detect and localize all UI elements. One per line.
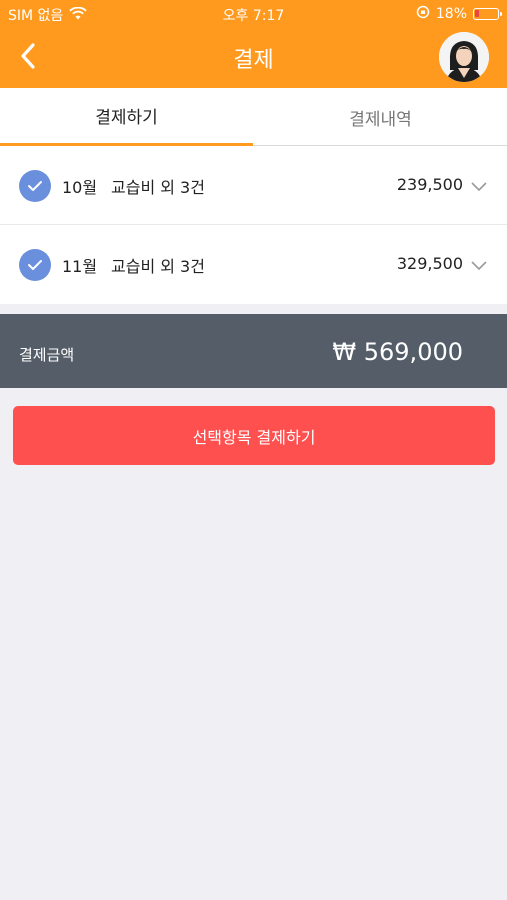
item-checkbox[interactable] [19,170,51,202]
item-description: 교습비 외 3건 [111,178,205,197]
chevron-down-icon[interactable] [471,177,487,196]
app-header: SIM 없음 오후 7:17 18% 결제 [0,0,507,88]
status-right: 18% [416,5,502,23]
item-amount: 239,500 [396,175,463,194]
page-title: 결제 [233,48,274,73]
pay-selected-button[interactable]: 선택항목 결제하기 [13,406,495,465]
avatar[interactable] [439,32,489,82]
payment-item-november[interactable]: 11월 교습비 외 3건 329,500 [0,225,507,304]
check-icon [28,181,42,191]
item-month: 11월 [62,257,98,276]
chevron-down-icon[interactable] [471,256,487,275]
check-icon [28,260,42,270]
nav-bar: 결제 [0,28,507,88]
profile-photo-icon [439,32,489,82]
item-checkbox[interactable] [19,249,51,281]
battery-icon [473,8,502,20]
payment-item-list: 10월 교습비 외 3건 239,500 11월 교습비 외 3건 329,50… [0,146,507,304]
item-month: 10월 [62,178,98,197]
total-bar: 결제금액 ₩ 569,000 [0,314,507,388]
orientation-lock-icon [416,5,430,23]
battery-percent: 18% [435,6,467,22]
section-gap [0,304,507,314]
total-label: 결제금액 [19,346,75,364]
status-bar: SIM 없음 오후 7:17 18% [0,0,507,28]
tab-history[interactable]: 결제내역 [254,88,507,146]
item-amount: 329,500 [396,254,463,273]
total-value: ₩ 569,000 [332,338,463,366]
tab-pay[interactable]: 결제하기 [0,88,253,146]
item-description: 교습비 외 3건 [111,257,205,276]
tab-bar: 결제하기 결제내역 [0,88,507,146]
payment-item-october[interactable]: 10월 교습비 외 3건 239,500 [0,146,507,225]
